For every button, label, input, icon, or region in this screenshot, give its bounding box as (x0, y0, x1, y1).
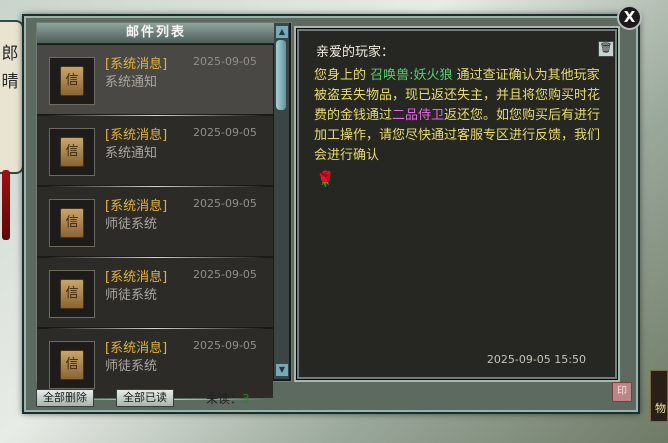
mail-date: 2025-09-05 15:50 (486, 353, 586, 366)
background-right-badge: 物 (655, 402, 666, 415)
scroll-down-arrow-icon[interactable]: ▼ (275, 363, 289, 377)
rose-icon: 🌹 (316, 170, 335, 188)
mail-item-date: 2025-09-05 (193, 126, 257, 139)
mail-content-panel: 亲爱的玩家： 🗑 您身上的 召唤兽:妖火狼 通过查证确认为其他玩家被盗丢失物品，… (294, 26, 620, 382)
trash-icon[interactable]: 🗑 (598, 41, 614, 57)
tassel-decoration (2, 170, 10, 240)
mail-list-panel: 邮件列表 ▲ ▼ 信 [系统消息] 2025-09-05 系统通知信 [系统消息] 202… (36, 22, 292, 400)
mail-item-title: [系统消息] (105, 128, 168, 143)
mail-item-subtitle: 师徒系统 (105, 288, 158, 303)
mail-item-title: [系统消息] (105, 270, 168, 285)
mail-list-item[interactable]: 信 [系统消息] 2025-09-05 系统通知 (37, 116, 273, 187)
mail-item-subtitle: 系统通知 (105, 75, 158, 90)
mail-list-item[interactable]: 信 [系统消息] 2025-09-05 师徒系统 (37, 187, 273, 258)
mail-seal-icon: 信 (60, 279, 84, 309)
mail-item-title: [系统消息] (105, 57, 168, 72)
unread-label: 未读： (206, 392, 243, 406)
mail-greeting: 亲爱的玩家： (316, 45, 395, 60)
mail-item-subtitle: 师徒系统 (105, 359, 158, 374)
mail-item-date: 2025-09-05 (193, 197, 257, 210)
mail-item-title: [系统消息] (105, 199, 168, 214)
scroll-up-arrow-icon[interactable]: ▲ (275, 25, 289, 39)
mail-list-item[interactable]: 信 [系统消息] 2025-09-05 系统通知 (37, 45, 273, 116)
mail-icon: 信 (49, 57, 95, 105)
mail-icon: 信 (49, 199, 95, 247)
mail-seal-icon: 信 (60, 66, 84, 96)
mail-body: 您身上的 召唤兽:妖火狼 通过查证确认为其他玩家被盗丢失物品，现已返还失主，并且… (314, 66, 604, 166)
mail-item-title: [系统消息] (105, 341, 168, 356)
mail-list: 信 [系统消息] 2025-09-05 系统通知信 [系统消息] 2025-09-05 系统… (37, 45, 273, 400)
close-button[interactable]: X (617, 5, 642, 30)
unread-count: 3 (242, 392, 250, 406)
mail-item-date: 2025-09-05 (193, 268, 257, 281)
mail-body-text-1: 您身上的 (314, 68, 371, 83)
scroll-thumb[interactable] (276, 40, 286, 110)
mail-icon: 信 (49, 270, 95, 318)
background-side-text: 郎 晴 (1, 44, 19, 92)
mail-compensation: 二品侍卫 (392, 108, 445, 123)
mail-item-date: 2025-09-05 (193, 339, 257, 352)
mail-seal-icon: 信 (60, 208, 84, 238)
mail-list-item[interactable]: 信 [系统消息] 2025-09-05 师徒系统 (37, 258, 273, 329)
delete-all-button[interactable]: 全部删除 (36, 389, 94, 407)
mail-seal-icon: 信 (60, 137, 84, 167)
mail-item-name: 召唤兽:妖火狼 (370, 68, 453, 83)
mail-list-header: 邮件列表 (37, 23, 275, 44)
mail-icon: 信 (49, 128, 95, 176)
unread-counter: 未读：3 (206, 390, 250, 407)
mail-item-date: 2025-09-05 (193, 55, 257, 68)
read-all-button[interactable]: 全部已读 (116, 389, 174, 407)
mail-list-item[interactable]: 信 [系统消息] 2025-09-05 师徒系统 (37, 329, 273, 400)
mail-item-subtitle: 师徒系统 (105, 217, 158, 232)
mail-list-scrollbar[interactable]: ▲ ▼ (274, 23, 289, 379)
corner-seal-icon: 印 (612, 382, 632, 402)
mail-icon: 信 (49, 341, 95, 389)
mail-seal-icon: 信 (60, 350, 84, 380)
mail-item-subtitle: 系统通知 (105, 146, 158, 161)
